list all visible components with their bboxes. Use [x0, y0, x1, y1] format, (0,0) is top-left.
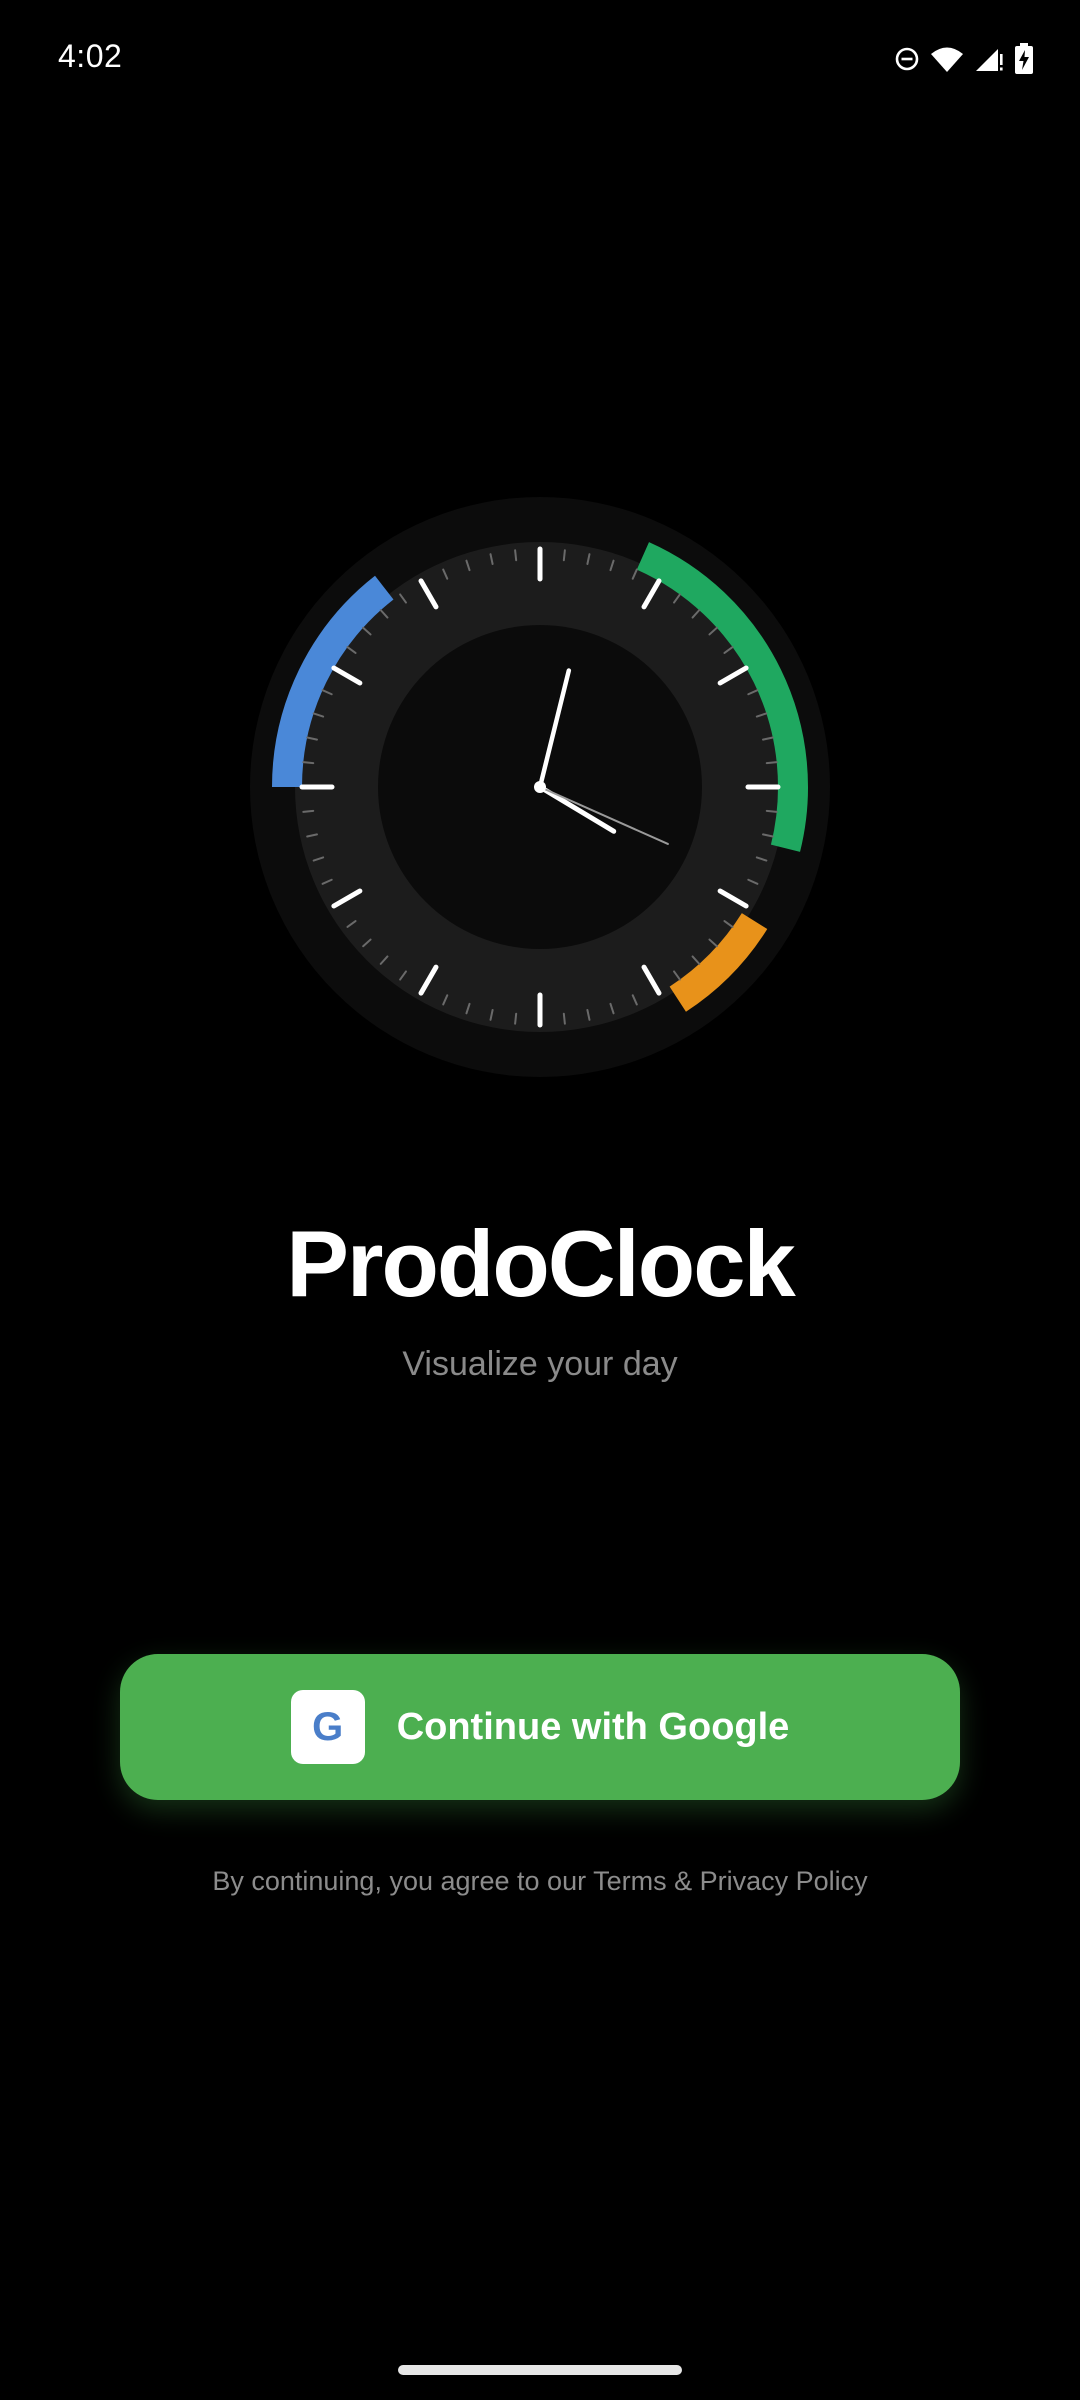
minute-tick — [514, 1012, 518, 1025]
minute-tick — [562, 549, 566, 562]
continue-with-google-button[interactable]: G Continue with Google — [120, 1654, 960, 1800]
status-bar: 4:02 — [0, 0, 1080, 120]
status-icons — [894, 38, 1034, 80]
home-indicator[interactable] — [398, 2365, 682, 2375]
google-logo-icon: G — [290, 1690, 365, 1764]
clock-illustration — [250, 497, 830, 1077]
minute-tick — [514, 549, 518, 562]
terms-privacy-text[interactable]: By continuing, you agree to our Terms & … — [0, 1866, 1080, 1897]
google-button-label: Continue with Google — [396, 1705, 790, 1748]
app-title: ProdoClock — [286, 1211, 796, 1316]
status-time: 4:02 — [58, 38, 123, 74]
wifi-icon — [930, 45, 964, 73]
minute-tick — [765, 809, 778, 813]
minute-tick — [765, 761, 778, 765]
do-not-disturb-icon — [894, 46, 920, 72]
minute-tick — [302, 809, 315, 813]
minute-tick — [562, 1012, 566, 1025]
clock-center-pin — [534, 781, 546, 793]
app-subtitle: Visualize your day — [402, 1345, 678, 1383]
battery-charging-icon — [1014, 43, 1034, 75]
cellular-signal-icon — [974, 45, 1004, 73]
minute-tick — [302, 761, 315, 765]
